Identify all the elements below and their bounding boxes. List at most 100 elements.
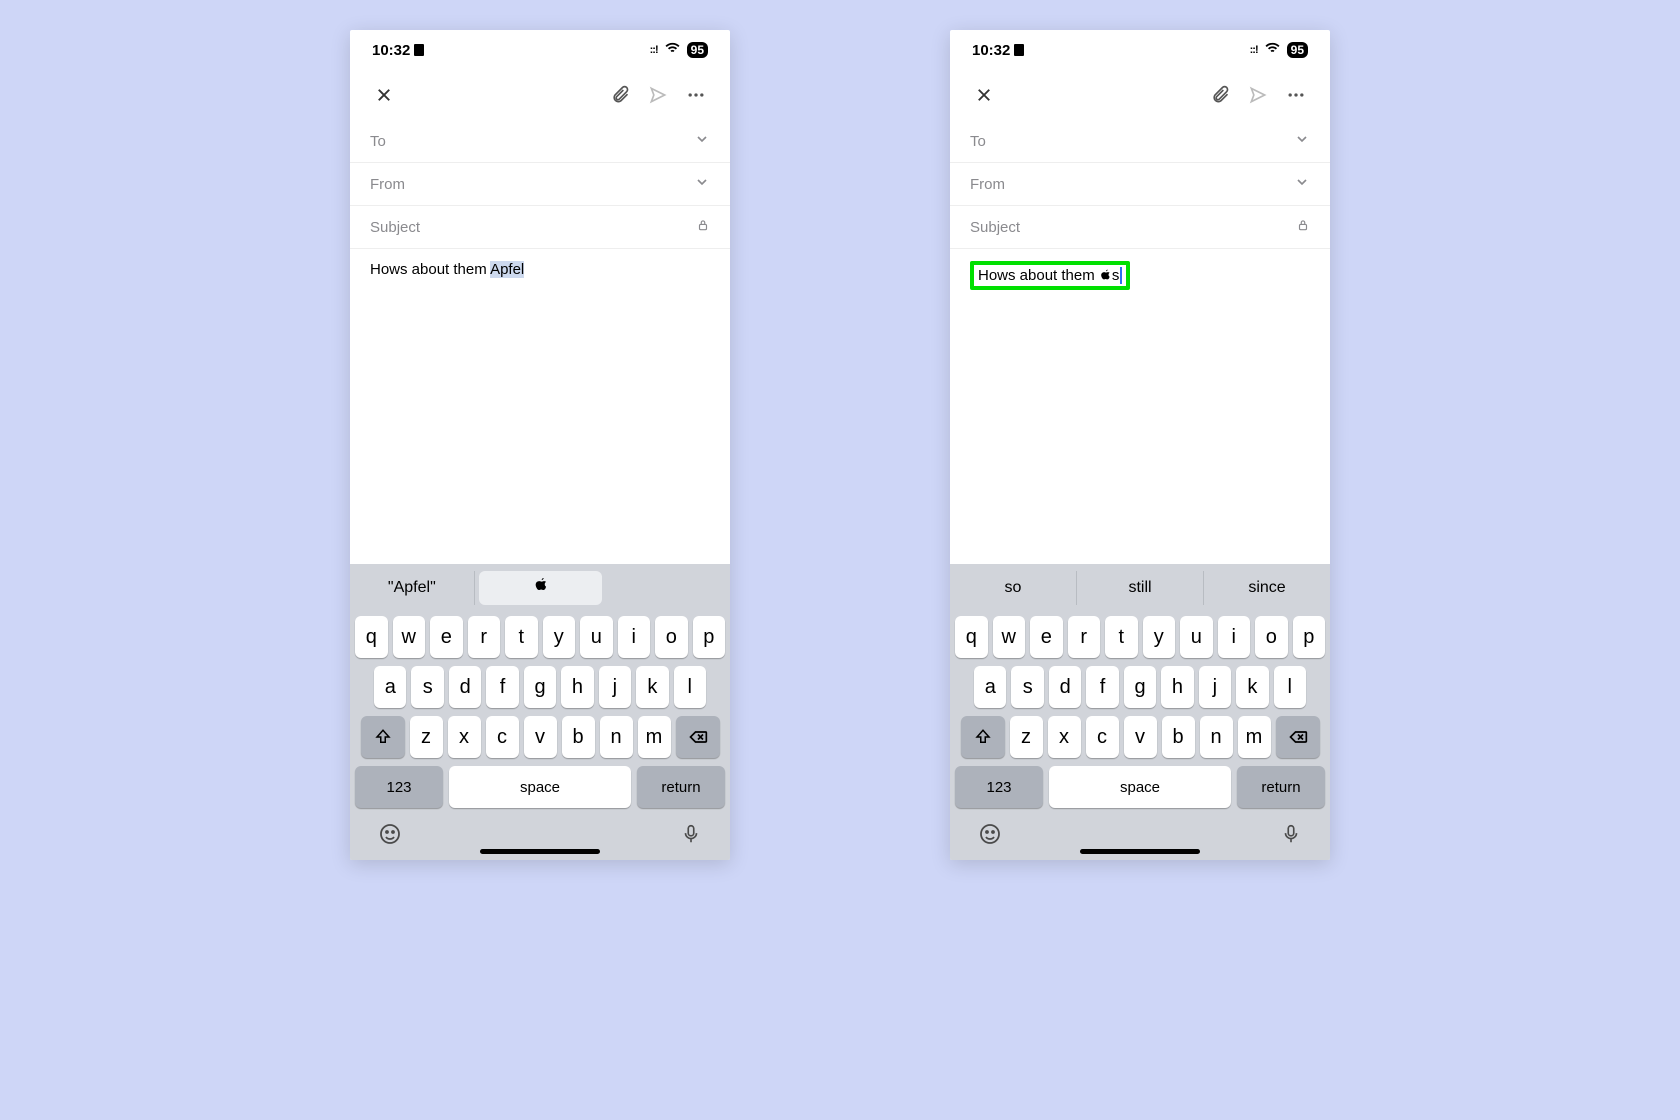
kbd-row-4: 123 space return [350, 762, 730, 812]
key-s[interactable]: s [411, 666, 443, 708]
more-icon[interactable] [1282, 81, 1310, 109]
key-q[interactable]: q [355, 616, 388, 658]
key-a[interactable]: a [374, 666, 406, 708]
shift-key[interactable] [961, 716, 1005, 758]
key-o[interactable]: o [1255, 616, 1288, 658]
chevron-down-icon[interactable] [694, 131, 710, 151]
lock-icon [696, 218, 710, 236]
emoji-icon[interactable] [378, 822, 402, 852]
key-g[interactable]: g [1124, 666, 1156, 708]
key-w[interactable]: w [993, 616, 1026, 658]
backspace-key[interactable] [1276, 716, 1320, 758]
key-z[interactable]: z [1010, 716, 1043, 758]
key-f[interactable]: f [486, 666, 518, 708]
key-i[interactable]: i [1218, 616, 1251, 658]
key-t[interactable]: t [505, 616, 538, 658]
key-k[interactable]: k [1236, 666, 1268, 708]
key-t[interactable]: t [1105, 616, 1138, 658]
key-y[interactable]: y [1143, 616, 1176, 658]
key-b[interactable]: b [1162, 716, 1195, 758]
key-h[interactable]: h [1161, 666, 1193, 708]
attachment-icon[interactable] [1206, 81, 1234, 109]
space-key[interactable]: space [1049, 766, 1231, 808]
kbd-row-3: zxcvbnm [350, 712, 730, 762]
backspace-key[interactable] [676, 716, 720, 758]
subject-field[interactable]: Subject [350, 206, 730, 249]
status-time: 10:32 [972, 42, 1010, 59]
key-h[interactable]: h [561, 666, 593, 708]
key-v[interactable]: v [524, 716, 557, 758]
key-c[interactable]: c [1086, 716, 1119, 758]
shift-key[interactable] [361, 716, 405, 758]
key-u[interactable]: u [1180, 616, 1213, 658]
key-u[interactable]: u [580, 616, 613, 658]
key-i[interactable]: i [618, 616, 651, 658]
key-y[interactable]: y [543, 616, 576, 658]
key-c[interactable]: c [486, 716, 519, 758]
key-r[interactable]: r [468, 616, 501, 658]
key-m[interactable]: m [1238, 716, 1271, 758]
from-field[interactable]: From [950, 163, 1330, 206]
kbd-row-1: qwertyuiop [950, 612, 1330, 662]
numbers-key[interactable]: 123 [955, 766, 1043, 808]
key-v[interactable]: v [1124, 716, 1157, 758]
kbd-row-1: qwertyuiop [350, 612, 730, 662]
dictation-icon[interactable] [1280, 823, 1302, 851]
return-key[interactable]: return [1237, 766, 1325, 808]
to-field[interactable]: To [950, 120, 1330, 163]
chevron-down-icon[interactable] [694, 174, 710, 194]
numbers-key[interactable]: 123 [355, 766, 443, 808]
key-j[interactable]: j [599, 666, 631, 708]
chevron-down-icon[interactable] [1294, 174, 1310, 194]
key-l[interactable]: l [1274, 666, 1306, 708]
key-p[interactable]: p [1293, 616, 1326, 658]
key-o[interactable]: o [655, 616, 688, 658]
send-icon[interactable] [644, 81, 672, 109]
suggestion-1[interactable]: "Apfel" [350, 571, 475, 605]
key-f[interactable]: f [1086, 666, 1118, 708]
dictation-icon[interactable] [680, 823, 702, 851]
chevron-down-icon[interactable] [1294, 131, 1310, 151]
key-e[interactable]: e [1030, 616, 1063, 658]
highlighted-result: Hows about them s [970, 261, 1130, 290]
key-w[interactable]: w [393, 616, 426, 658]
home-indicator[interactable] [1080, 849, 1200, 854]
suggestion-2-apple-logo[interactable] [479, 571, 603, 605]
send-icon[interactable] [1244, 81, 1272, 109]
key-m[interactable]: m [638, 716, 671, 758]
key-k[interactable]: k [636, 666, 668, 708]
return-key[interactable]: return [637, 766, 725, 808]
suggestion-2[interactable]: still [1077, 571, 1204, 605]
suggestion-1[interactable]: so [950, 571, 1077, 605]
key-r[interactable]: r [1068, 616, 1101, 658]
key-l[interactable]: l [674, 666, 706, 708]
emoji-icon[interactable] [978, 822, 1002, 852]
attachment-icon[interactable] [606, 81, 634, 109]
key-z[interactable]: z [410, 716, 443, 758]
suggestion-3[interactable]: since [1204, 571, 1330, 605]
key-s[interactable]: s [1011, 666, 1043, 708]
key-d[interactable]: d [1049, 666, 1081, 708]
key-j[interactable]: j [1199, 666, 1231, 708]
key-b[interactable]: b [562, 716, 595, 758]
key-a[interactable]: a [974, 666, 1006, 708]
more-icon[interactable] [682, 81, 710, 109]
key-p[interactable]: p [693, 616, 726, 658]
key-x[interactable]: x [1048, 716, 1081, 758]
close-icon[interactable] [970, 81, 998, 109]
email-body[interactable]: Hows about them s [950, 249, 1330, 564]
email-body[interactable]: Hows about them Apfel [350, 249, 730, 564]
key-q[interactable]: q [955, 616, 988, 658]
home-indicator[interactable] [480, 849, 600, 854]
key-n[interactable]: n [1200, 716, 1233, 758]
key-g[interactable]: g [524, 666, 556, 708]
to-field[interactable]: To [350, 120, 730, 163]
close-icon[interactable] [370, 81, 398, 109]
key-x[interactable]: x [448, 716, 481, 758]
from-field[interactable]: From [350, 163, 730, 206]
space-key[interactable]: space [449, 766, 631, 808]
subject-field[interactable]: Subject [950, 206, 1330, 249]
key-e[interactable]: e [430, 616, 463, 658]
key-d[interactable]: d [449, 666, 481, 708]
key-n[interactable]: n [600, 716, 633, 758]
